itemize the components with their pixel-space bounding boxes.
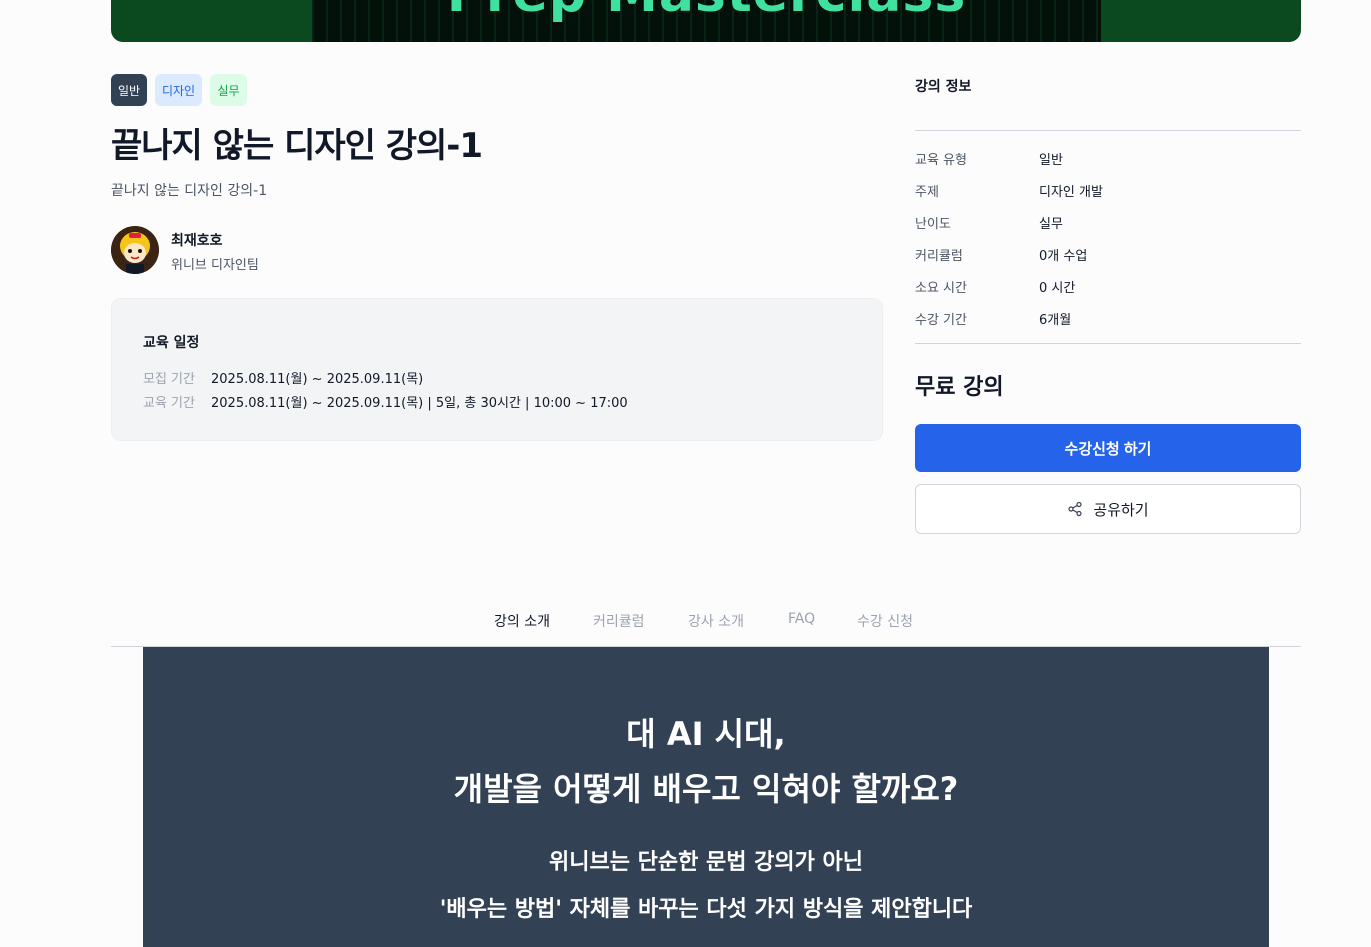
banner-text: Prep Masterclass xyxy=(312,0,1101,24)
tab-curriculum[interactable]: 커리큘럼 xyxy=(593,611,645,631)
info-value-difficulty: 실무 xyxy=(1039,217,1063,232)
intro-hero: 대 AI 시대, 개발을 어떻게 배우고 익혀야 할까요? 위니브는 단순한 문… xyxy=(143,647,1269,947)
info-value-topic: 디자인 개발 xyxy=(1039,185,1103,200)
tag-design: 디자인 xyxy=(155,74,202,106)
course-title: 끝나지 않는 디자인 강의-1 xyxy=(111,126,483,166)
education-period-value: 2025.08.11(월) ~ 2025.09.11(목) | 5일, 총 30… xyxy=(211,396,628,411)
info-value-type: 일반 xyxy=(1039,153,1063,168)
info-value-duration: 0 시간 xyxy=(1039,281,1076,296)
hero-desc-line2: '배우는 방법' 자체를 바꾸는 다섯 가지 방식을 제안합니다 xyxy=(439,897,973,922)
recruit-period-label: 모집 기간 xyxy=(143,372,195,387)
info-label-duration: 소요 시간 xyxy=(915,281,967,296)
tab-instructor[interactable]: 강사 소개 xyxy=(688,611,744,631)
tab-intro[interactable]: 강의 소개 xyxy=(494,611,550,631)
info-label-difficulty: 난이도 xyxy=(915,217,951,232)
info-label-access-period: 수강 기간 xyxy=(915,313,967,328)
tab-faq[interactable]: FAQ xyxy=(788,611,815,627)
recruit-period-value: 2025.08.11(월) ~ 2025.09.11(목) xyxy=(211,372,424,387)
course-banner: Prep Masterclass xyxy=(111,0,1301,42)
course-subtitle: 끝나지 않는 디자인 강의-1 xyxy=(111,183,268,199)
share-icon xyxy=(1067,501,1083,517)
info-divider-top xyxy=(915,130,1301,131)
info-label-type: 교육 유형 xyxy=(915,153,967,168)
info-label-curriculum: 커리큘럼 xyxy=(915,249,963,264)
info-value-curriculum: 0개 수업 xyxy=(1039,249,1088,264)
hero-title-line1: 대 AI 시대, xyxy=(626,715,786,753)
info-divider-bottom xyxy=(915,343,1301,344)
share-label: 공유하기 xyxy=(1093,500,1149,519)
info-value-access-period: 6개월 xyxy=(1039,313,1072,328)
hero-desc-line1: 위니브는 단순한 문법 강의가 아닌 xyxy=(549,850,863,875)
info-label-topic: 주제 xyxy=(915,185,939,200)
instructor-team: 위니브 디자인팀 xyxy=(171,258,259,273)
hero-title-line2: 개발을 어떻게 배우고 익혀야 할까요? xyxy=(453,770,959,808)
enroll-button[interactable]: 수강신청 하기 xyxy=(915,424,1301,472)
price-label: 무료 강의 xyxy=(915,375,1004,400)
share-button[interactable]: 공유하기 xyxy=(915,484,1301,534)
instructor-avatar xyxy=(111,226,159,274)
tag-general: 일반 xyxy=(111,74,147,106)
education-period-label: 교육 기간 xyxy=(143,396,195,411)
schedule-title: 교육 일정 xyxy=(143,335,200,351)
tab-enroll[interactable]: 수강 신청 xyxy=(857,611,913,631)
tag-practice: 실무 xyxy=(210,74,247,106)
instructor-name: 최재호호 xyxy=(171,233,223,249)
course-info-heading: 강의 정보 xyxy=(915,79,972,95)
banner-image: Prep Masterclass xyxy=(312,0,1101,42)
